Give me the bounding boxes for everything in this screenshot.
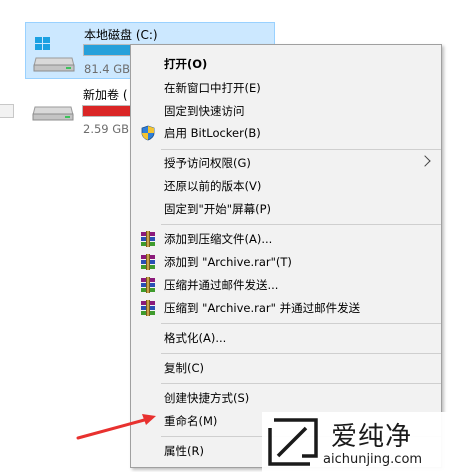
menu-item-label: 打开(O) bbox=[164, 57, 208, 71]
menu-item-compress-rar-email[interactable]: 压缩到 "Archive.rar" 并通过邮件发送 bbox=[131, 297, 441, 319]
navigation-pane-edge bbox=[0, 104, 14, 118]
menu-item-label: 还原以前的版本(V) bbox=[164, 179, 262, 193]
menu-item-bitlocker[interactable]: 启用 BitLocker(B) bbox=[131, 122, 441, 144]
menu-item-open-new-window[interactable]: 在新窗口中打开(E) bbox=[131, 77, 441, 99]
menu-item-pin-start[interactable]: 固定到"开始"屏幕(P) bbox=[131, 198, 441, 220]
menu-item-add-to-archive[interactable]: 添加到压缩文件(A)... bbox=[131, 228, 441, 250]
menu-item-restore-versions[interactable]: 还原以前的版本(V) bbox=[131, 175, 441, 197]
context-menu: 打开(O) 在新窗口中打开(E) 固定到快速访问 启用 BitLocker(B)… bbox=[130, 44, 442, 468]
menu-item-label: 添加到 "Archive.rar"(T) bbox=[164, 255, 292, 269]
menu-item-add-to-archive-rar[interactable]: 添加到 "Archive.rar"(T) bbox=[131, 251, 441, 273]
chevron-right-icon bbox=[419, 155, 431, 167]
shield-icon bbox=[141, 125, 155, 141]
menu-item-label: 属性(R) bbox=[164, 444, 204, 458]
winrar-icon bbox=[140, 231, 156, 247]
winrar-icon bbox=[140, 254, 156, 270]
menu-item-label: 压缩并通过邮件发送... bbox=[164, 278, 279, 292]
menu-separator bbox=[161, 149, 441, 150]
menu-item-label: 格式化(A)... bbox=[164, 331, 227, 345]
windows-drive-icon bbox=[33, 37, 75, 72]
menu-item-label: 在新窗口中打开(E) bbox=[164, 81, 261, 95]
watermark-url: aichunjing.com bbox=[323, 452, 423, 467]
drive-d-size: 2.59 GB bbox=[83, 122, 130, 136]
winrar-icon bbox=[140, 277, 156, 293]
menu-item-label: 授予访问权限(G) bbox=[164, 156, 251, 170]
menu-item-label: 启用 BitLocker(B) bbox=[164, 126, 261, 140]
menu-item-format[interactable]: 格式化(A)... bbox=[131, 327, 441, 349]
winrar-icon bbox=[140, 300, 156, 316]
menu-item-label: 固定到快速访问 bbox=[164, 104, 245, 118]
menu-item-create-shortcut[interactable]: 创建快捷方式(S) bbox=[131, 387, 441, 409]
menu-item-label: 复制(C) bbox=[164, 361, 205, 375]
watermark-logo-icon bbox=[268, 418, 318, 466]
menu-item-grant-access[interactable]: 授予访问权限(G) bbox=[131, 152, 441, 174]
menu-item-label: 添加到压缩文件(A)... bbox=[164, 232, 273, 246]
drive-c-size: 81.4 GB bbox=[84, 62, 131, 76]
annotation-arrow-icon bbox=[76, 414, 156, 440]
watermark-title: 爱纯净 bbox=[331, 422, 413, 452]
menu-item-pin-quick-access[interactable]: 固定到快速访问 bbox=[131, 100, 441, 122]
menu-item-compress-email[interactable]: 压缩并通过邮件发送... bbox=[131, 274, 441, 296]
drive-d-name: 新加卷 ( bbox=[83, 88, 128, 102]
menu-item-label: 固定到"开始"屏幕(P) bbox=[164, 202, 271, 216]
menu-separator bbox=[161, 224, 441, 225]
menu-item-copy[interactable]: 复制(C) bbox=[131, 357, 441, 379]
menu-separator bbox=[161, 353, 441, 354]
watermark: 爱纯净 aichunjing.com bbox=[262, 412, 451, 472]
menu-item-label: 重命名(M) bbox=[164, 414, 218, 428]
menu-item-label: 创建快捷方式(S) bbox=[164, 391, 250, 405]
menu-separator bbox=[161, 383, 441, 384]
drive-icon bbox=[32, 106, 74, 121]
menu-separator bbox=[161, 323, 441, 324]
menu-item-label: 压缩到 "Archive.rar" 并通过邮件发送 bbox=[164, 301, 361, 315]
drive-c-name: 本地磁盘 (C:) bbox=[84, 28, 158, 42]
menu-item-open[interactable]: 打开(O) bbox=[131, 53, 441, 75]
